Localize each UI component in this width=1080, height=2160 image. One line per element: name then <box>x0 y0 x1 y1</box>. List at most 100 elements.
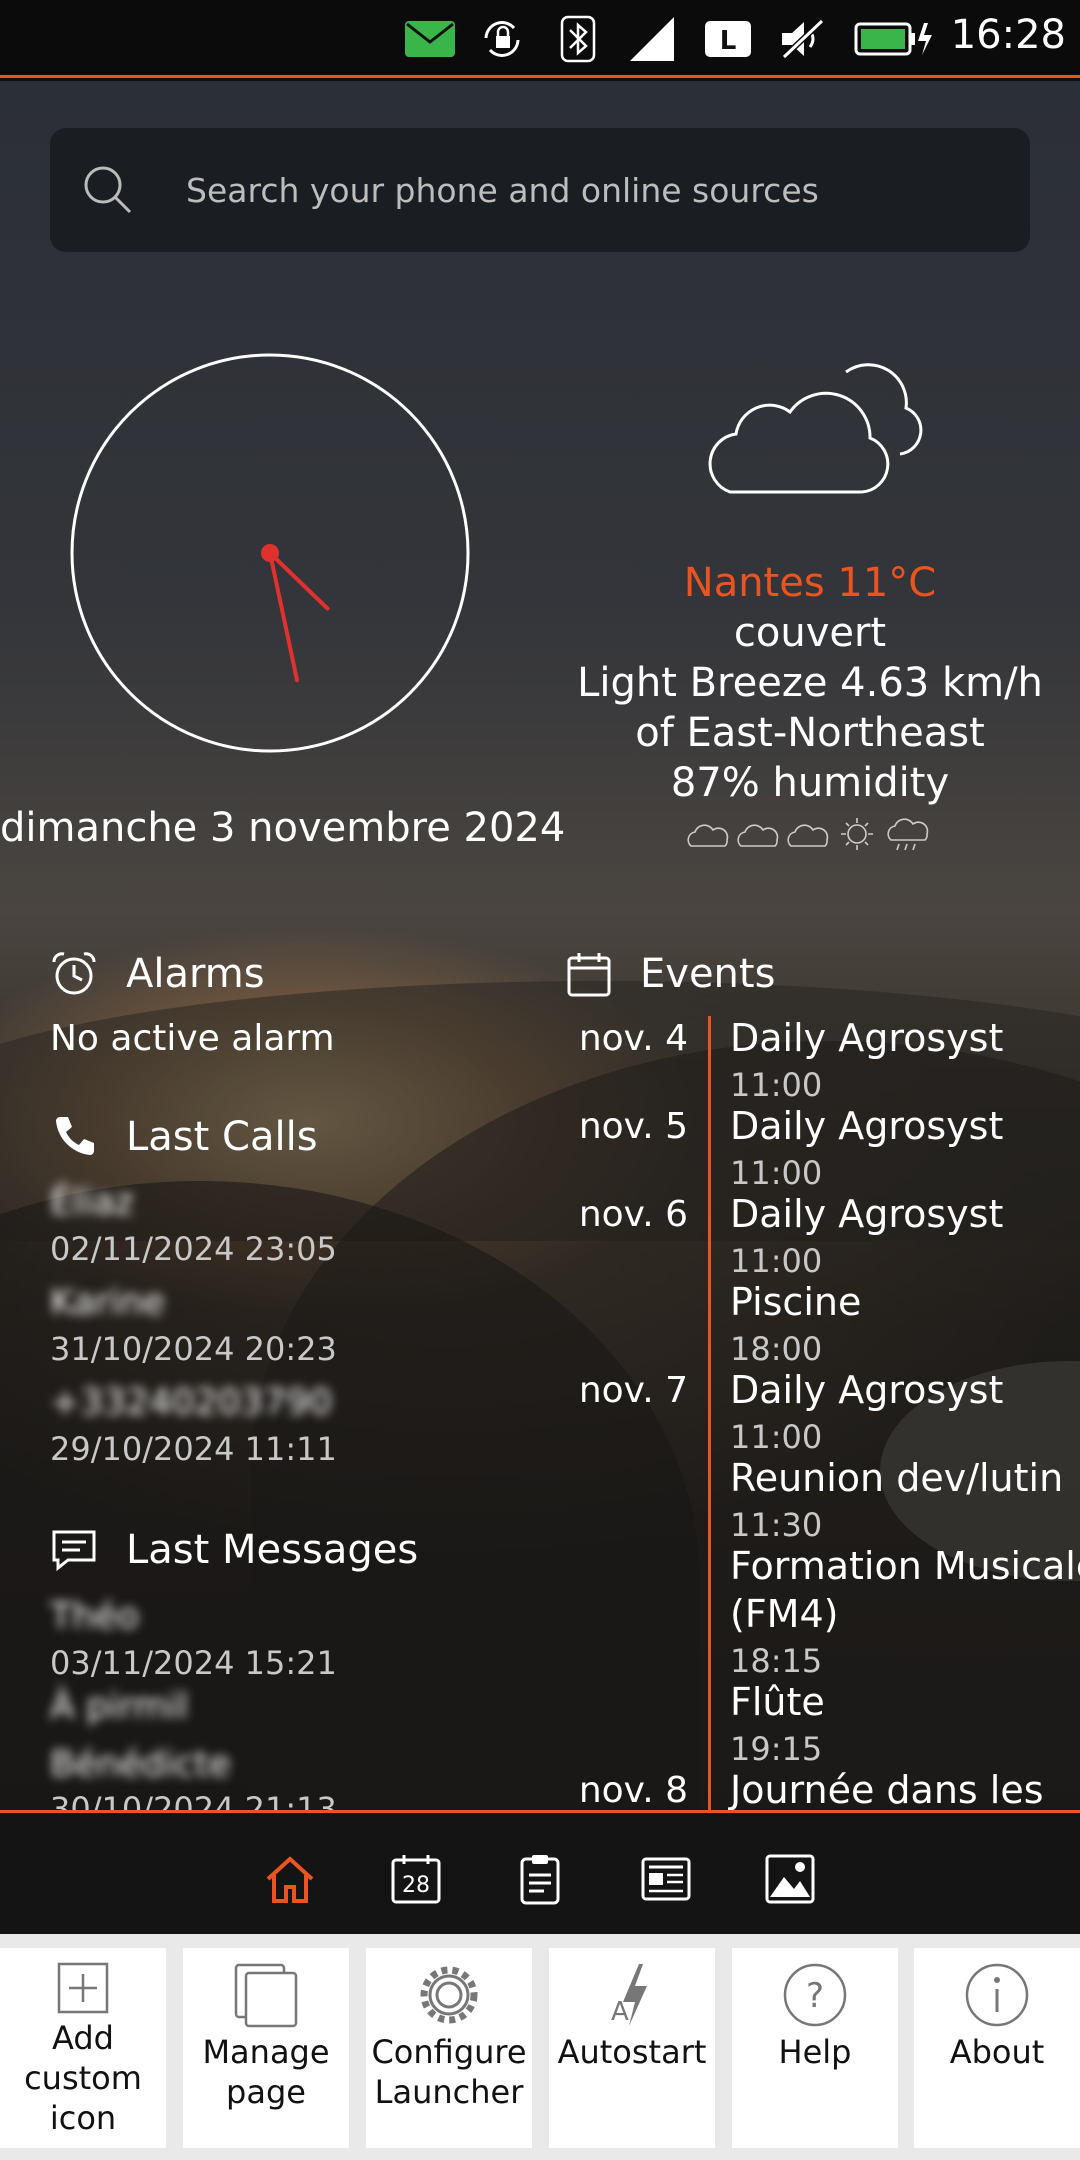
news-icon[interactable] <box>640 1853 692 1905</box>
mail-icon <box>404 18 456 60</box>
events-timeline-rule <box>708 1016 711 1810</box>
calendar-tab-icon[interactable]: 28 <box>390 1853 442 1905</box>
call-time: 29/10/2024 11:11 <box>50 1430 337 1468</box>
gear-icon <box>420 1966 478 2024</box>
calendar-icon <box>567 953 611 997</box>
event-title[interactable]: Daily Agrosyst <box>730 1368 1003 1412</box>
page-tabs: 28 <box>0 1810 1080 1934</box>
event-time: 18:15 <box>730 1642 823 1680</box>
configure-launcher-label: Configure Launcher <box>371 2033 527 2111</box>
battery-charging-icon <box>854 18 934 60</box>
message-icon <box>52 1530 96 1572</box>
home-icon[interactable] <box>264 1853 316 1905</box>
weather-forecast <box>560 814 1060 862</box>
add-icon <box>57 1962 109 2014</box>
event-date: nov. 6 <box>578 1194 688 1235</box>
search-input[interactable] <box>186 128 1006 252</box>
cloud-icon <box>708 363 923 494</box>
last-calls-header[interactable]: Last Calls <box>50 1113 318 1161</box>
autostart-button[interactable]: A Autostart <box>549 1948 715 2148</box>
event-time: 11:30 <box>730 1506 823 1544</box>
forecast-rain-cloud-icon <box>887 818 929 851</box>
configure-launcher-button[interactable]: Configure Launcher <box>366 1948 532 2148</box>
signal-icon <box>628 17 676 61</box>
events-title: Events <box>640 951 776 997</box>
event-date: nov. 5 <box>578 1106 688 1147</box>
event-time: 18:00 <box>730 1330 823 1368</box>
calendar-day: 28 <box>402 1873 430 1898</box>
event-date: nov. 7 <box>578 1370 688 1411</box>
svg-text:?: ? <box>806 1976 824 2016</box>
manage-page-button[interactable]: Manage page <box>183 1948 349 2148</box>
gallery-icon[interactable] <box>764 1853 816 1905</box>
manage-page-label: Manage page <box>202 2033 330 2111</box>
message-time: 30/10/2024 21:13 <box>50 1790 337 1810</box>
last-messages-title: Last Messages <box>126 1527 419 1573</box>
phone-icon <box>56 1117 94 1155</box>
clipboard-icon[interactable] <box>514 1853 566 1905</box>
event-time: 11:00 <box>730 1242 823 1280</box>
call-contact[interactable]: Karine <box>50 1282 165 1323</box>
call-time: 02/11/2024 23:05 <box>50 1230 337 1268</box>
event-title-continued[interactable]: (FM4) <box>730 1592 838 1636</box>
clock-minute-hand <box>268 551 300 683</box>
info-icon <box>965 1963 1029 2027</box>
about-label: About <box>949 2033 1045 2071</box>
message-time-clip: 30/10/2024 21:13 <box>50 1790 450 1810</box>
event-time: 11:00 <box>730 1154 823 1192</box>
event-title[interactable]: Reunion dev/lutin <box>730 1456 1063 1500</box>
call-time: 31/10/2024 20:23 <box>50 1330 337 1368</box>
pages-icon <box>234 1963 298 2028</box>
message-sender[interactable]: Théo <box>50 1596 139 1637</box>
weather-wind-direction: of East-Northeast <box>635 710 985 756</box>
alarm-clock-icon <box>52 952 96 995</box>
clock-date: dimanche 3 novembre 2024 <box>0 805 566 851</box>
svg-text:A: A <box>611 1997 629 2027</box>
alarms-header[interactable]: Alarms <box>50 950 265 998</box>
forecast-sun-icon <box>841 818 873 850</box>
autostart-icon: A <box>611 1964 647 2027</box>
last-calls-title: Last Calls <box>126 1114 318 1160</box>
call-contact[interactable]: Éliaz <box>50 1182 134 1223</box>
lte-icon: L <box>704 18 752 60</box>
forecast-cloud-icon <box>687 824 729 847</box>
last-messages-header[interactable]: Last Messages <box>50 1526 418 1574</box>
search-icon <box>84 166 132 214</box>
message-sender[interactable]: À pirmil <box>50 1686 188 1727</box>
message-sender[interactable]: Bénédicte <box>50 1744 231 1785</box>
help-icon: ? <box>783 1963 847 2027</box>
weather-city-temp: Nantes 11°C <box>683 560 937 606</box>
mute-icon <box>778 18 826 60</box>
event-title[interactable]: Daily Agrosyst <box>730 1104 1003 1148</box>
events-header[interactable]: Events <box>566 950 775 998</box>
event-title[interactable]: Daily Agrosyst <box>730 1192 1003 1236</box>
call-contact[interactable]: +33240203790 <box>50 1382 332 1423</box>
event-date: nov. 4 <box>578 1018 688 1059</box>
alarms-title: Alarms <box>126 951 265 997</box>
event-date: nov. 8 <box>578 1770 688 1811</box>
add-custom-icon-button[interactable]: Add custom icon <box>0 1948 166 2148</box>
lte-label: L <box>720 26 737 56</box>
about-button[interactable]: About <box>914 1948 1080 2148</box>
event-time: 19:15 <box>730 1730 823 1768</box>
event-time: 11:00 <box>730 1418 823 1456</box>
event-time: 11:00 <box>730 1066 823 1104</box>
weather-wind-speed: Light Breeze 4.63 km/h <box>577 660 1043 706</box>
autostart-label: Autostart <box>557 2033 707 2071</box>
status-time: 16:28 <box>950 12 1066 58</box>
message-time: 03/11/2024 15:21 <box>50 1644 337 1682</box>
search-bar[interactable] <box>50 128 1030 252</box>
forecast-cloud-icon <box>737 824 779 847</box>
clock-center <box>261 544 279 562</box>
event-title[interactable]: Piscine <box>730 1280 861 1324</box>
forecast-cloud-icon <box>787 824 829 847</box>
event-title[interactable]: Flûte <box>730 1680 825 1724</box>
alarms-status: No active alarm <box>50 1018 335 1059</box>
bluetooth-icon <box>560 15 596 63</box>
help-button[interactable]: ? Help <box>732 1948 898 2148</box>
weather-humidity: 87% humidity <box>670 760 950 806</box>
rotation-lock-icon <box>478 18 526 60</box>
event-title[interactable]: Journée dans les <box>730 1768 1044 1812</box>
event-title[interactable]: Daily Agrosyst <box>730 1016 1003 1060</box>
event-title[interactable]: Formation Musicale <box>730 1544 1080 1588</box>
